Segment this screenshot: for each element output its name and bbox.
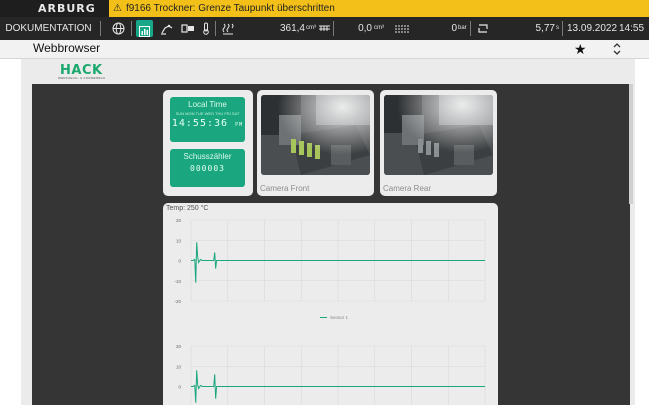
camera-front-image bbox=[261, 95, 370, 175]
cycle-icon bbox=[475, 17, 491, 40]
volume-value: 361,4 bbox=[279, 23, 305, 34]
y-tick-label: -10 bbox=[174, 279, 181, 284]
y-tick-label: 0 bbox=[178, 385, 181, 390]
heating-icon[interactable] bbox=[221, 17, 235, 40]
divider bbox=[562, 21, 563, 36]
local-time-tile: Local Time SUN MON TUE WED THU FRI SAT 1… bbox=[170, 97, 245, 142]
robot-arm-icon[interactable] bbox=[158, 17, 175, 40]
divider bbox=[100, 21, 101, 36]
local-time-clock: 14:55:36 PM bbox=[171, 118, 244, 129]
camera-rear-image bbox=[384, 95, 493, 175]
browser-header: Webbrowser ★ bbox=[0, 40, 649, 59]
camera-rear-card[interactable]: Camera Rear bbox=[380, 90, 497, 196]
y-tick-label: 0 bbox=[178, 259, 181, 264]
camera-front-label: Camera Front bbox=[260, 184, 310, 193]
y-tick-label: 20 bbox=[176, 218, 182, 223]
stroke-unit: cm³ bbox=[374, 25, 384, 31]
mold-icon[interactable] bbox=[179, 17, 196, 40]
divider bbox=[333, 21, 334, 36]
alarm-bar: ARBURG ⚠ f9166 Trockner: Grenze Taupunkt … bbox=[0, 0, 649, 17]
y-tick-label: -20 bbox=[174, 299, 181, 304]
temperature-chart-card: Temp: 250 °C 20100-10-20Sensor 120100-10 bbox=[163, 203, 498, 405]
y-tick-label: 10 bbox=[176, 238, 182, 243]
screw-icon bbox=[317, 17, 331, 40]
temperature-icon[interactable] bbox=[199, 17, 213, 40]
local-time-title: Local Time bbox=[188, 100, 227, 109]
volume-unit: cm³ bbox=[306, 25, 316, 31]
cycle-time-unit: s bbox=[556, 25, 559, 31]
shot-counter-title: Schusszähler bbox=[183, 152, 232, 161]
scrollbar[interactable] bbox=[629, 84, 633, 204]
warning-icon: ⚠ bbox=[113, 3, 122, 14]
date: 13.09.2022 bbox=[567, 23, 618, 34]
brand-logo: ARBURG bbox=[38, 2, 96, 15]
pressure-value: 0 bbox=[451, 23, 457, 34]
y-tick-label: 10 bbox=[176, 364, 182, 369]
camera-front-card[interactable]: Camera Front bbox=[257, 90, 374, 196]
monitor-chart-icon[interactable] bbox=[136, 20, 153, 37]
globe-icon[interactable] bbox=[110, 17, 127, 40]
legend-label: Sensor 1 bbox=[330, 315, 349, 320]
page-title: Webbrowser bbox=[33, 41, 101, 55]
pressure-unit: bar bbox=[458, 25, 467, 31]
injection-unit-icon bbox=[393, 17, 411, 40]
alarm-text: f9166 Trockner: Grenze Taupunkt überschr… bbox=[125, 3, 335, 14]
camera-rear-label: Camera Rear bbox=[383, 184, 432, 193]
divider bbox=[215, 21, 216, 36]
divider bbox=[470, 21, 471, 36]
stroke-value: 0,0 bbox=[358, 23, 372, 34]
alarm-message[interactable]: ⚠ f9166 Trockner: Grenze Taupunkt übersch… bbox=[109, 0, 649, 17]
cycle-time-value: 5,77 bbox=[535, 23, 555, 34]
y-tick-label: 20 bbox=[176, 344, 182, 349]
clock: 14:55 bbox=[619, 23, 645, 34]
temperature-chart: 20100-10-20Sensor 120100-10 bbox=[174, 218, 486, 405]
hack-logo-subtitle: WERKZEUG- & FORMENBAU bbox=[58, 76, 106, 80]
shot-counter-tile: Schusszähler 000003 bbox=[170, 149, 245, 187]
status-bar: DOKUMENTATION 361,4 cm³ 0,0 cm³ 0 bar 5,… bbox=[0, 17, 649, 40]
shot-counter-value: 000003 bbox=[190, 164, 225, 173]
weekday-row: SUN MON TUE WED THU FRI SAT bbox=[175, 111, 240, 116]
divider bbox=[131, 21, 132, 36]
favorite-star-icon[interactable]: ★ bbox=[574, 41, 587, 58]
mode-label[interactable]: DOKUMENTATION bbox=[0, 17, 97, 40]
